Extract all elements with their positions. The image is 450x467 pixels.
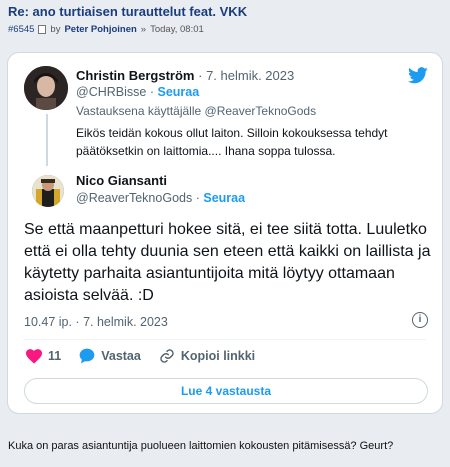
- reply-context: Vastauksena käyttäjälle @ReaverTeknoGods: [76, 104, 316, 118]
- tweet2-handle[interactable]: @ReaverTeknoGods: [76, 191, 192, 205]
- embedded-tweet: Christin Bergström · 7. helmik. 2023 @CH…: [7, 52, 443, 414]
- dot-separator: ·: [198, 68, 203, 83]
- tweet1-author-name[interactable]: Christin Bergström: [76, 68, 194, 83]
- divider: [24, 339, 426, 340]
- info-icon[interactable]: i: [412, 312, 428, 328]
- avatar[interactable]: [32, 175, 64, 207]
- post-time: Today, 08:01: [150, 24, 204, 35]
- tweet2-timestamp[interactable]: 10.47 ip. · 7. helmik. 2023: [24, 315, 168, 329]
- copy-link-label: Kopioi linkki: [180, 349, 256, 363]
- post-number[interactable]: #6545: [8, 24, 34, 35]
- tweet1-date[interactable]: 7. helmik. 2023: [206, 68, 294, 83]
- post-body-text: Kuka on paras asiantuntija puolueen lait…: [8, 440, 394, 452]
- follow-button[interactable]: Seuraa: [157, 85, 199, 99]
- twitter-bird-icon[interactable]: [408, 67, 428, 84]
- document-icon: [38, 25, 47, 34]
- tweet1-header: Christin Bergström · 7. helmik. 2023: [76, 68, 294, 83]
- read-replies-button[interactable]: Lue 4 vastausta: [24, 378, 428, 404]
- copy-link-button[interactable]: Kopioi linkki: [159, 348, 255, 364]
- tweet1-text: Eikös teidän kokous ollut laiton. Silloi…: [76, 126, 388, 158]
- meta-separator: »: [140, 24, 147, 35]
- reply-prefix: Vastauksena käyttäjälle: [76, 104, 202, 118]
- post-title[interactable]: Re: ano turtiaisen turauttelut feat. VKK: [8, 4, 247, 19]
- author-link[interactable]: Peter Pohjoinen: [64, 24, 136, 35]
- like-count: 11: [48, 349, 62, 363]
- dot-separator: ·: [195, 191, 200, 205]
- tweet2-author-name[interactable]: Nico Giansanti: [76, 173, 167, 188]
- by-label: by: [50, 24, 61, 35]
- avatar[interactable]: [24, 66, 68, 110]
- speech-bubble-icon: [79, 348, 95, 364]
- tweet2-handle-row: @ReaverTeknoGods · Seuraa: [76, 191, 245, 205]
- tweet-actions: 11 Vastaa Kopioi linkki: [26, 348, 273, 364]
- tweet2-header: Nico Giansanti: [76, 173, 167, 188]
- link-icon: [160, 349, 174, 363]
- thread-line: [46, 114, 48, 166]
- reply-label: Vastaa: [101, 349, 141, 363]
- tweet2-text: Se että maanpetturi hokee sitä, ei tee s…: [24, 221, 431, 304]
- tweet1-handle[interactable]: @CHRBisse: [76, 85, 146, 99]
- reply-mention[interactable]: @ReaverTeknoGods: [205, 104, 317, 118]
- tweet1-handle-row: @CHRBisse · Seuraa: [76, 85, 199, 99]
- post-meta: #6545 by Peter Pohjoinen » Today, 08:01: [8, 24, 204, 35]
- like-button[interactable]: 11: [26, 348, 62, 364]
- follow-button[interactable]: Seuraa: [203, 191, 245, 205]
- heart-icon: [26, 348, 42, 364]
- dot-separator: ·: [149, 85, 154, 99]
- reply-button[interactable]: Vastaa: [79, 348, 141, 364]
